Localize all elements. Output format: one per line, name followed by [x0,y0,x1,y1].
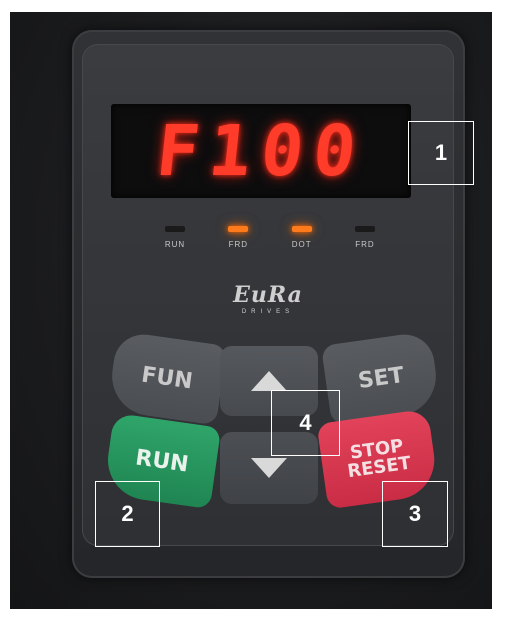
callout-number: 2 [121,501,134,526]
led-run: RUN [150,226,200,266]
led-label: RUN [164,240,186,249]
callout-number: 3 [408,501,422,526]
led-indicator [291,226,312,232]
callout-2: 2 [95,481,160,547]
arrow-down-icon [251,458,287,478]
led-display: F100 [111,104,411,198]
display-value: F100 [152,110,370,192]
led-indicator [354,226,375,232]
led-dot: DOT [277,226,327,266]
set-button-label: SET [356,362,406,394]
status-leds: RUN FRD DOT FRD [150,226,390,266]
callout-4: 4 [271,390,340,456]
led-frd: FRD [213,226,263,266]
led-indicator [228,226,249,232]
brand-logo: EuRa DRIVES [228,282,308,326]
callout-1: 1 [408,121,474,185]
callout-number: 1 [434,140,448,165]
logo-subtext: DRIVES [241,309,295,315]
arrow-up-icon [251,371,287,391]
led-label: DOT [291,240,312,249]
run-button-label: RUN [133,444,191,478]
led-label: FRD [228,240,249,249]
led-indicator [165,226,185,232]
fun-button-label: FUN [139,362,195,394]
callout-3: 3 [382,481,448,547]
led-frd-2: FRD [340,226,390,266]
logo-text: EuRa [233,282,303,308]
led-label: FRD [355,240,375,249]
callout-number: 4 [299,410,312,435]
